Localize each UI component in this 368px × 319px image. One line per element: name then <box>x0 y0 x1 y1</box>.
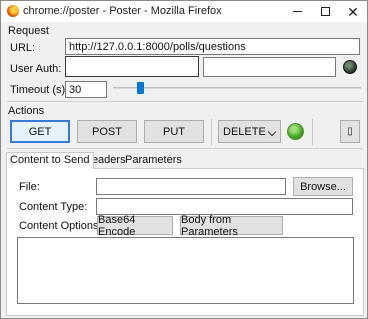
save-button[interactable]: ▯ <box>340 120 360 143</box>
put-button[interactable]: PUT <box>144 120 204 143</box>
maximize-icon <box>320 7 330 16</box>
title-bar: chrome://poster - Poster - Mozilla Firef… <box>1 1 367 22</box>
minimize-button[interactable] <box>283 1 311 22</box>
user-auth-label: User Auth: <box>10 63 62 75</box>
file-input[interactable] <box>96 178 286 195</box>
get-button[interactable]: GET <box>10 120 70 143</box>
separator <box>312 119 313 145</box>
timeout-input[interactable]: 30 <box>65 81 107 98</box>
close-button[interactable]: ✕ <box>339 1 367 22</box>
post-button[interactable]: POST <box>77 120 137 143</box>
user-input[interactable] <box>65 56 199 77</box>
body-textarea[interactable] <box>17 237 354 304</box>
browser-window: chrome://poster - Poster - Mozilla Firef… <box>0 0 368 319</box>
timeout-label: Timeout (s): <box>10 84 69 96</box>
url-input[interactable]: http://127.0.0.1:8000/polls/questions <box>65 38 360 55</box>
request-section-title: Request <box>8 25 49 37</box>
divider <box>7 148 363 149</box>
browse-button[interactable]: Browse... <box>293 177 353 196</box>
window-title: chrome://poster - Poster - Mozilla Firef… <box>23 5 222 17</box>
method-select-value: DELETE <box>223 125 266 138</box>
method-select[interactable]: DELETE <box>218 120 281 143</box>
divider <box>7 101 363 102</box>
firefox-icon <box>7 5 19 17</box>
base64-encode-button[interactable]: Base64 Encode <box>97 214 173 238</box>
save-icon: ▯ <box>347 126 353 137</box>
close-icon: ✕ <box>347 3 359 20</box>
timeout-slider-thumb[interactable] <box>137 82 145 94</box>
minimize-icon <box>292 11 302 12</box>
tab-content-to-send[interactable]: Content to Send <box>6 152 94 169</box>
green-status-icon <box>287 123 304 140</box>
password-input[interactable] <box>203 57 336 77</box>
timeout-slider-track[interactable] <box>113 87 361 89</box>
url-label: URL: <box>10 42 36 54</box>
content-options-label: Content Options: <box>19 220 102 232</box>
status-light-icon <box>343 60 357 74</box>
content-type-input[interactable] <box>96 198 353 215</box>
separator <box>211 119 212 145</box>
chevron-down-icon <box>267 127 277 137</box>
maximize-button[interactable] <box>311 1 339 22</box>
body-from-parameters-button[interactable]: Body from Parameters <box>180 214 283 238</box>
actions-section-title: Actions <box>8 105 45 117</box>
file-label: File: <box>19 181 40 193</box>
content-type-label: Content Type: <box>19 201 88 213</box>
content-tab-panel: File: Browse... Content Type: Content Op… <box>6 168 364 316</box>
